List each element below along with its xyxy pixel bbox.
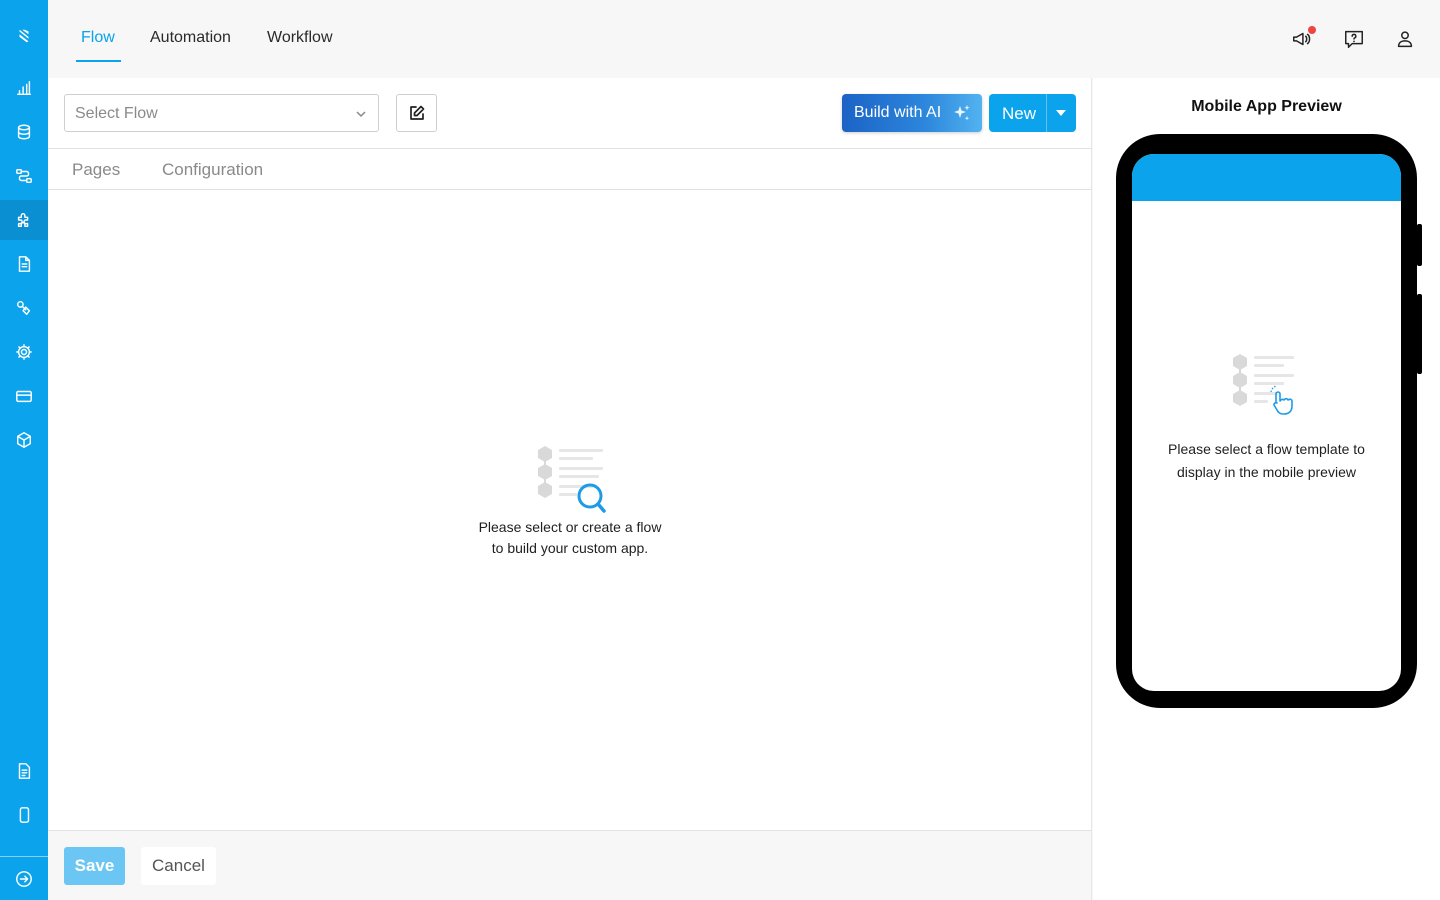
sidebar [0, 0, 48, 900]
document-icon[interactable] [0, 244, 48, 284]
user-icon[interactable] [1393, 27, 1417, 51]
edit-icon [409, 105, 424, 120]
empty-flow-search-icon [538, 446, 606, 513]
new-button-divider [1046, 94, 1047, 132]
phone-frame: Please select a flow template to display… [1116, 134, 1417, 708]
flow-icon[interactable] [0, 156, 48, 196]
mobile-preview-panel: Mobile App Preview Please select a flow … [1093, 78, 1440, 900]
billing-icon[interactable] [0, 376, 48, 416]
new-dropdown-caret-icon[interactable] [1056, 110, 1066, 116]
plugin-icon[interactable] [0, 200, 48, 240]
build-with-ai-button[interactable]: Build with AI [842, 94, 982, 132]
settings-icon[interactable] [0, 332, 48, 372]
notification-dot [1308, 26, 1316, 34]
database-icon[interactable] [0, 112, 48, 152]
preview-title: Mobile App Preview [1191, 98, 1342, 115]
subtab-configuration[interactable]: Configuration [162, 160, 263, 180]
edit-flow-button[interactable] [396, 94, 437, 132]
tab-automation[interactable]: Automation [150, 29, 231, 47]
empty-state-line-2: to build your custom app. [491, 540, 649, 556]
sparkle-icon [952, 103, 972, 123]
package-icon[interactable] [0, 420, 48, 460]
phone-side-button [1417, 294, 1422, 374]
empty-state-message: Please select or create a flow to build … [460, 517, 680, 559]
logo-icon[interactable] [0, 16, 48, 56]
integrations-icon[interactable] [0, 288, 48, 328]
notes-icon[interactable] [0, 751, 48, 791]
tab-flow[interactable]: Flow [81, 29, 115, 47]
save-button[interactable]: Save [64, 847, 125, 885]
new-button-label: New [1002, 104, 1037, 123]
sidebar-divider [0, 856, 48, 857]
mobile-icon[interactable] [0, 795, 48, 835]
build-with-ai-label: Build with AI [854, 104, 942, 121]
analytics-icon[interactable] [0, 68, 48, 108]
cancel-button[interactable]: Cancel [141, 847, 216, 885]
subtab-divider [48, 189, 1092, 190]
tab-active-indicator [76, 60, 121, 62]
phone-screen-header [1132, 154, 1401, 201]
chevron-down-icon [354, 107, 368, 121]
select-flow-placeholder: Select Flow [75, 105, 158, 122]
phone-side-button [1417, 224, 1422, 266]
footer-actions: Save Cancel [48, 830, 1092, 900]
select-flow-dropdown[interactable]: Select Flow [64, 94, 379, 132]
expand-icon[interactable] [0, 859, 48, 899]
phone-screen: Please select a flow template to display… [1132, 154, 1401, 691]
preview-empty-message: Please select a flow template to display… [1150, 438, 1383, 484]
subtab-pages[interactable]: Pages [72, 160, 120, 180]
toolbar-divider [48, 148, 1092, 149]
preview-empty-line-1: Please select a flow template to [1168, 441, 1365, 457]
preview-empty-line-2: display in the mobile preview [1177, 464, 1356, 480]
top-navigation: Flow Automation Workflow [48, 0, 1440, 78]
tab-workflow[interactable]: Workflow [267, 29, 333, 47]
flow-editor-panel: Select Flow Build with AI New Pages Conf… [48, 78, 1092, 830]
empty-state-line-1: Please select or create a flow [478, 519, 662, 535]
new-button[interactable]: New [989, 94, 1076, 132]
help-icon[interactable] [1342, 27, 1366, 51]
tap-flow-icon [1233, 354, 1294, 415]
